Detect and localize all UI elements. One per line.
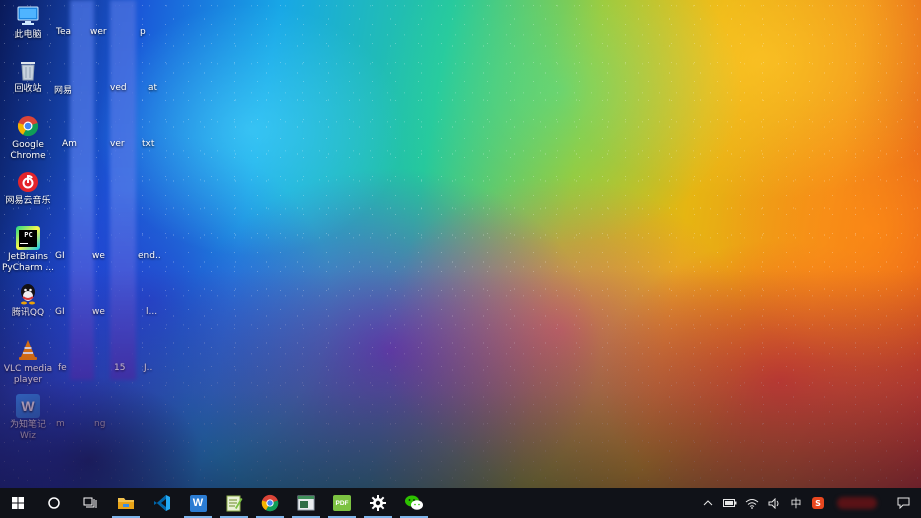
netease-music-icon bbox=[16, 170, 40, 194]
desktop-icon-vlc[interactable]: VLC media player bbox=[0, 338, 56, 386]
obscured-label: 网易 bbox=[54, 86, 73, 96]
tray-redacted-clock[interactable] bbox=[829, 488, 885, 518]
taskbar-settings[interactable] bbox=[360, 488, 396, 518]
notepad-icon bbox=[226, 495, 243, 512]
tray-sogou-ime[interactable]: S bbox=[807, 488, 829, 518]
obscured-label: we bbox=[92, 307, 105, 317]
qq-icon bbox=[16, 282, 40, 306]
desktop-icon-label: 此电脑 bbox=[14, 30, 42, 40]
recycle-bin-icon bbox=[16, 58, 40, 82]
obscured-label: ved bbox=[110, 83, 127, 93]
desktop-icon-wiz-note[interactable]: W 为知笔记 Wiz bbox=[0, 394, 56, 442]
wiz-icon: W bbox=[16, 394, 40, 418]
start-button[interactable] bbox=[0, 488, 36, 518]
folder-icon bbox=[118, 498, 134, 509]
action-center-button[interactable] bbox=[885, 488, 921, 518]
desktop[interactable]: 此电脑 回收站 Google Chrome 网易云音乐 PC JetBrains… bbox=[0, 0, 921, 488]
obscured-label: Am bbox=[62, 139, 77, 149]
obscured-label: GI bbox=[55, 307, 65, 317]
desktop-icon-label: 腾讯QQ bbox=[11, 308, 45, 318]
obscured-label: m bbox=[56, 419, 65, 429]
desktop-icon-pycharm[interactable]: PC JetBrains PyCharm ... bbox=[0, 226, 56, 274]
desktop-icon-label: VLC media player bbox=[3, 364, 53, 385]
obscured-label: at bbox=[148, 83, 158, 93]
taskbar-terminal[interactable] bbox=[288, 488, 324, 518]
windows-start-icon bbox=[12, 497, 24, 509]
desktop-icon-label: 网易云音乐 bbox=[5, 196, 51, 206]
system-tray: 中 S bbox=[697, 488, 921, 518]
obscured-label: end.. bbox=[138, 251, 161, 261]
battery-icon bbox=[723, 499, 737, 507]
pdf-icon: PDF bbox=[333, 495, 351, 511]
obscured-label: ng bbox=[94, 419, 106, 429]
wechat-icon bbox=[405, 495, 423, 510]
obscured-label: GI bbox=[55, 251, 65, 261]
pycharm-icon: PC bbox=[16, 226, 40, 250]
terminal-icon bbox=[297, 495, 315, 511]
pc-icon bbox=[16, 4, 40, 28]
taskbar-chrome[interactable] bbox=[252, 488, 288, 518]
speaker-icon bbox=[768, 497, 778, 509]
wallpaper-texture bbox=[0, 0, 921, 488]
privacy-blur-strip bbox=[70, 0, 94, 380]
desktop-icon-label: Google Chrome bbox=[10, 140, 46, 161]
obscured-label: fe bbox=[58, 363, 67, 373]
taskbar-notepad-plus[interactable] bbox=[216, 488, 252, 518]
chrome-icon bbox=[261, 494, 279, 512]
desktop-icon-recycle-bin[interactable]: 回收站 bbox=[0, 58, 56, 95]
taskbar-word[interactable]: W bbox=[180, 488, 216, 518]
obscured-label: J.. bbox=[144, 363, 153, 373]
vlc-icon bbox=[16, 338, 40, 362]
tray-network[interactable] bbox=[741, 488, 763, 518]
desktop-icon-netease-music[interactable]: 网易云音乐 bbox=[0, 170, 56, 207]
obscured-label: txt bbox=[142, 139, 155, 149]
cortana-circle-icon bbox=[48, 497, 60, 509]
redaction-blob bbox=[837, 497, 877, 509]
desktop-icon-label: JetBrains PyCharm ... bbox=[1, 252, 54, 273]
obscured-label: Tea bbox=[56, 27, 72, 37]
chevron-up-icon bbox=[703, 500, 713, 506]
obscured-label: p bbox=[140, 27, 146, 37]
obscured-label: wer bbox=[90, 27, 107, 37]
taskbar-wechat[interactable] bbox=[396, 488, 432, 518]
taskbar-file-explorer[interactable] bbox=[108, 488, 144, 518]
vscode-icon bbox=[154, 495, 170, 511]
taskbar: W PDF 中 S bbox=[0, 488, 921, 518]
tray-battery[interactable] bbox=[719, 488, 741, 518]
action-center-icon bbox=[897, 497, 909, 509]
desktop-icon-this-pc[interactable]: 此电脑 bbox=[0, 4, 56, 41]
taskbar-pdf[interactable]: PDF bbox=[324, 488, 360, 518]
desktop-icon-label: 为知笔记 Wiz bbox=[9, 420, 46, 441]
desktop-icon-label: 回收站 bbox=[14, 84, 42, 94]
task-view-button[interactable] bbox=[72, 488, 108, 518]
desktop-icon-tencent-qq[interactable]: 腾讯QQ bbox=[0, 282, 56, 319]
taskbar-vscode[interactable] bbox=[144, 488, 180, 518]
obscured-label: l... bbox=[146, 307, 158, 317]
word-icon: W bbox=[189, 494, 207, 512]
obscured-label: 15 bbox=[114, 363, 126, 373]
cortana-button[interactable] bbox=[36, 488, 72, 518]
sogou-icon: S bbox=[812, 497, 824, 509]
obscured-label: ver bbox=[110, 139, 125, 149]
tray-volume[interactable] bbox=[763, 488, 785, 518]
chrome-icon bbox=[16, 114, 40, 138]
wifi-icon bbox=[745, 498, 759, 509]
desktop-icon-google-chrome[interactable]: Google Chrome bbox=[0, 114, 56, 162]
tray-ime[interactable]: 中 bbox=[785, 488, 807, 518]
obscured-label: we bbox=[92, 251, 105, 261]
task-view-icon bbox=[83, 497, 97, 508]
gear-icon bbox=[370, 495, 386, 511]
privacy-blur-strip bbox=[110, 0, 136, 380]
tray-overflow-button[interactable] bbox=[697, 488, 719, 518]
